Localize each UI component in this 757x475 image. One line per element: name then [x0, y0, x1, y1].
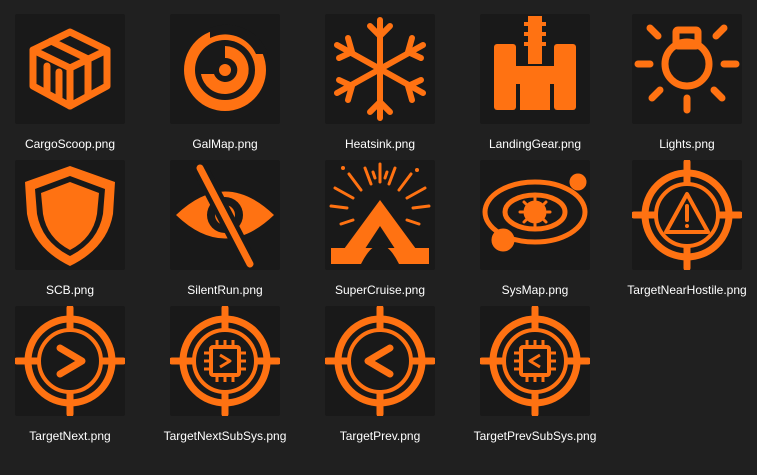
eye-slash-icon	[170, 160, 280, 270]
cargo-crate-icon	[15, 14, 125, 124]
target-warning-icon	[632, 160, 742, 270]
target-prev-subsystem-icon	[480, 306, 590, 416]
file-item-sysmap[interactable]: SysMap.png	[465, 160, 605, 300]
file-item-galmap[interactable]: GalMap.png	[155, 14, 295, 154]
file-item-targetnearhostile[interactable]: TargetNearHostile.png	[617, 160, 757, 300]
file-item-lights[interactable]: Lights.png	[617, 14, 757, 154]
file-name: SuperCruise.png	[334, 283, 426, 297]
file-name: GalMap.png	[192, 137, 258, 151]
file-item-targetnextsubsys[interactable]: TargetNextSubSys.png	[155, 306, 295, 446]
file-name: Lights.png	[659, 137, 715, 151]
target-next-icon	[15, 306, 125, 416]
file-name: Heatsink.png	[344, 137, 416, 151]
file-item-scb[interactable]: SCB.png	[0, 160, 140, 300]
landing-gear-icon	[480, 14, 590, 124]
galaxy-spiral-icon	[170, 14, 280, 124]
file-item-targetprevsubsys[interactable]: TargetPrevSubSys.png	[465, 306, 605, 446]
shield-icon	[15, 160, 125, 270]
file-name: TargetNearHostile.png	[627, 283, 747, 297]
file-name: SysMap.png	[501, 283, 569, 297]
file-name: SilentRun.png	[187, 283, 263, 297]
file-item-cargoscoop[interactable]: CargoScoop.png	[0, 14, 140, 154]
file-name: TargetPrev.png	[339, 429, 421, 443]
file-item-heatsink[interactable]: Heatsink.png	[310, 14, 450, 154]
file-item-landinggear[interactable]: LandingGear.png	[465, 14, 605, 154]
file-name: LandingGear.png	[488, 137, 582, 151]
system-map-icon	[480, 160, 590, 270]
file-name: TargetPrevSubSys.png	[473, 429, 597, 443]
file-item-supercruise[interactable]: SuperCruise.png	[310, 160, 450, 300]
target-prev-icon	[325, 306, 435, 416]
file-item-targetprev[interactable]: TargetPrev.png	[310, 306, 450, 446]
supercruise-icon	[325, 160, 435, 270]
file-name: TargetNextSubSys.png	[163, 429, 287, 443]
light-bulb-icon	[632, 14, 742, 124]
file-name: SCB.png	[45, 283, 95, 297]
file-item-silentrun[interactable]: SilentRun.png	[155, 160, 295, 300]
file-name: TargetNext.png	[29, 429, 111, 443]
file-name: CargoScoop.png	[24, 137, 116, 151]
file-item-targetnext[interactable]: TargetNext.png	[0, 306, 140, 446]
snowflake-icon	[325, 14, 435, 124]
target-next-subsystem-icon	[170, 306, 280, 416]
